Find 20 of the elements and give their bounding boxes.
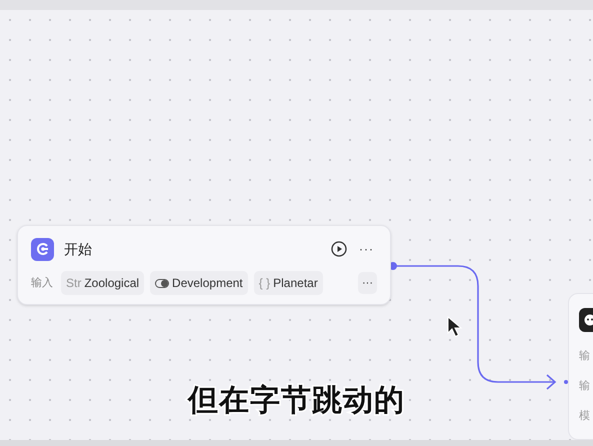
start-node-icon: [31, 238, 54, 260]
input-label: 输入: [31, 276, 53, 291]
more-button[interactable]: ···: [359, 240, 374, 258]
start-node-card[interactable]: 开始 ··· 输入 Str Zoological Development { } Planetar ···: [17, 225, 391, 305]
node-title: 开始: [64, 240, 92, 258]
row-label: 输: [579, 349, 591, 364]
type-label: { }: [258, 275, 270, 292]
input-tag[interactable]: Str Zoological: [61, 271, 144, 295]
type-label: Str: [66, 275, 82, 292]
play-icon[interactable]: [331, 241, 347, 257]
row-label: 模: [579, 409, 591, 424]
input-tag[interactable]: Development: [150, 271, 248, 295]
more-inputs-button[interactable]: ···: [358, 272, 377, 294]
subtitle: 但在字节跳动的: [188, 382, 405, 420]
row-label: 输: [579, 379, 591, 394]
input-tag[interactable]: { } Planetar: [254, 271, 323, 295]
input-name: Planetar: [273, 275, 318, 292]
input-name: Zoological: [84, 275, 140, 292]
toggle-icon: [155, 278, 170, 288]
input-name: Development: [172, 275, 243, 292]
